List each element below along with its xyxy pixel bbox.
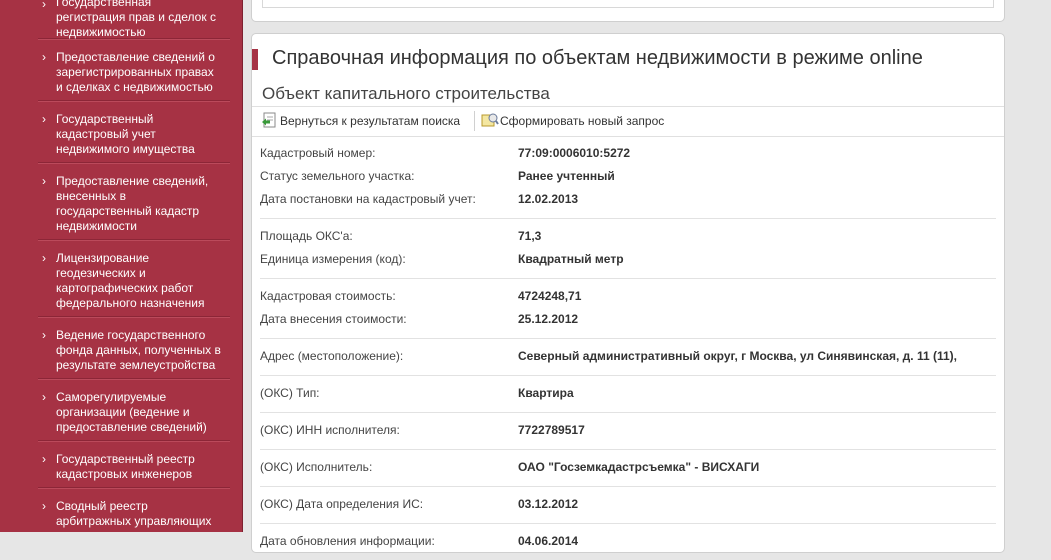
sidebar-item-label: Ведение государственного фонда данных, п…	[56, 328, 221, 372]
bullet-icon: ›	[42, 251, 46, 265]
sidebar-item-sro[interactable]: › Саморегулируемые организации (ведение …	[38, 379, 230, 441]
sidebar-item-label: Предоставление сведений, внесенных в гос…	[56, 174, 209, 233]
detail-row: (ОКС) Дата определения ИС: 03.12.2012	[260, 493, 996, 516]
top-panel-inner	[262, 0, 994, 8]
detail-row: Кадастровая стоимость: 4724248,71	[260, 285, 996, 308]
detail-row: (ОКС) ИНН исполнителя: 7722789517	[260, 419, 996, 442]
detail-value: Квадратный метр	[518, 252, 624, 266]
bullet-icon: ›	[42, 499, 46, 513]
sidebar-item-label: Лицензирование геодезических и картограф…	[56, 251, 205, 310]
detail-key: Кадастровый номер:	[260, 146, 376, 160]
detail-key: Дата постановки на кадастровый учет:	[260, 192, 476, 206]
detail-value: 71,3	[518, 229, 542, 243]
detail-key: Площадь ОКС'а:	[260, 229, 353, 243]
details-group-update-date: Дата обновления информации: 04.06.2014	[260, 524, 996, 560]
info-panel: Справочная информация по объектам недвиж…	[251, 33, 1005, 553]
property-details: Кадастровый номер: 77:09:0006010:5272 Ста…	[260, 136, 996, 560]
details-group-area: Площадь ОКС'а: 71,3 Единица измерения (ко…	[260, 219, 996, 279]
details-group-address: Адрес (местоположение): Северный админист…	[260, 339, 996, 376]
bullet-icon: ›	[42, 50, 46, 64]
detail-key: (ОКС) ИНН исполнителя:	[260, 423, 400, 437]
bullet-icon: ›	[42, 174, 46, 188]
new-request-button[interactable]: Сформировать новый запрос	[481, 112, 664, 131]
sidebar-item-licensing[interactable]: › Лицензирование геодезических и картогр…	[38, 240, 230, 317]
sidebar-item-arbitration-managers[interactable]: › Сводный реестр арбитражных управляющих	[38, 488, 230, 548]
sidebar-item-rights-registration[interactable]: › Государственная регистрация прав и сде…	[38, 0, 230, 39]
detail-key: Адрес (местоположение):	[260, 349, 404, 363]
details-group-main: Кадастровый номер: 77:09:0006010:5272 Ста…	[260, 136, 996, 219]
detail-value: 25.12.2012	[518, 312, 579, 326]
detail-key: (ОКС) Исполнитель:	[260, 460, 373, 474]
detail-key: Дата обновления информации:	[260, 534, 435, 548]
sidebar-item-label: Саморегулируемые организации (ведение и …	[56, 390, 207, 434]
detail-row: Площадь ОКС'а: 71,3	[260, 225, 996, 248]
bullet-icon: ›	[42, 112, 46, 126]
back-arrow-icon	[261, 112, 277, 128]
detail-value: Ранее учтенный	[518, 169, 615, 183]
toolbar: Вернуться к результатам поиска Сформиров…	[252, 106, 1004, 137]
details-group-inn: (ОКС) ИНН исполнителя: 7722789517	[260, 413, 996, 450]
object-type-title: Объект капитального строительства	[262, 84, 550, 103]
details-group-type: (ОКС) Тип: Квартира	[260, 376, 996, 413]
sidebar-item-cadastre-info[interactable]: › Предоставление сведений, внесенных в г…	[38, 163, 230, 240]
bullet-icon: ›	[42, 390, 46, 404]
details-group-executor: (ОКС) Исполнитель: ОАО "Госземкадастрсъем…	[260, 450, 996, 487]
detail-value: ОАО "Госземкадастрсъемка" - ВИСХАГИ	[518, 460, 760, 474]
sidebar-item-label: Государственный кадастровый учет недвижи…	[56, 112, 195, 156]
bullet-icon: ›	[42, 0, 46, 11]
detail-row: Статус земельного участка: Ранее учтенный	[260, 165, 996, 188]
detail-key: Кадастровая стоимость:	[260, 289, 396, 303]
detail-value: 12.02.2013	[518, 192, 579, 206]
details-group-cost: Кадастровая стоимость: 4724248,71 Дата вн…	[260, 279, 996, 339]
sidebar-item-cadastral-engineers[interactable]: › Государственный реестр кадастровых инж…	[38, 441, 230, 488]
detail-value: 03.12.2012	[518, 497, 579, 511]
top-panel	[251, 0, 1005, 22]
sidebar-item-land-data-fund[interactable]: › Ведение государственного фонда данных,…	[38, 317, 230, 379]
new-request-icon	[481, 112, 499, 128]
detail-row: Дата внесения стоимости: 25.12.2012	[260, 308, 996, 331]
detail-value: 04.06.2014	[518, 534, 579, 548]
detail-row: Кадастровый номер: 77:09:0006010:5272	[260, 142, 996, 165]
detail-key: Единица измерения (код):	[260, 252, 406, 266]
detail-value: Квартира	[518, 386, 574, 400]
sidebar-item-label: Государственный реестр кадастровых инжен…	[56, 452, 195, 481]
page-title: Справочная информация по объектам недвиж…	[272, 47, 923, 69]
detail-value: Северный административный округ, г Москв…	[518, 349, 957, 363]
detail-row: Дата постановки на кадастровый учет: 12.0…	[260, 188, 996, 211]
sidebar-item-label: Сводный реестр арбитражных управляющих	[56, 499, 212, 528]
bullet-icon: ›	[42, 328, 46, 342]
sidebar-item-rights-info[interactable]: › Предоставление сведений о зарегистриро…	[38, 39, 230, 101]
detail-row: Адрес (местоположение): Северный админист…	[260, 345, 996, 368]
title-accent	[252, 49, 258, 70]
detail-row: Единица измерения (код): Квадратный метр	[260, 248, 996, 271]
detail-value: 4724248,71	[518, 289, 582, 303]
left-sidebar: › Государственная регистрация прав и сде…	[0, 0, 243, 532]
back-to-results-label: Вернуться к результатам поиска	[280, 114, 461, 128]
detail-key: (ОКС) Тип:	[260, 386, 320, 400]
detail-key: Статус земельного участка:	[260, 169, 415, 183]
back-to-results-button[interactable]: Вернуться к результатам поиска	[261, 112, 460, 131]
detail-row: (ОКС) Тип: Квартира	[260, 382, 996, 405]
details-group-valuation-date: (ОКС) Дата определения ИС: 03.12.2012	[260, 487, 996, 524]
detail-row: (ОКС) Исполнитель: ОАО "Госземкадастрсъем…	[260, 456, 996, 479]
sidebar-item-cadastral-registration[interactable]: › Государственный кадастровый учет недви…	[38, 101, 230, 163]
detail-key: (ОКС) Дата определения ИС:	[260, 497, 424, 511]
sidebar-item-label: Предоставление сведений о зарегистрирова…	[56, 50, 215, 94]
detail-value: 77:09:0006010:5272	[518, 146, 631, 160]
toolbar-separator	[474, 111, 475, 131]
detail-key: Дата внесения стоимости:	[260, 312, 407, 326]
detail-value: 7722789517	[518, 423, 585, 437]
detail-row: Дата обновления информации: 04.06.2014	[260, 530, 996, 553]
sidebar-item-label: Государственная регистрация прав и сдело…	[56, 0, 216, 39]
new-request-label: Сформировать новый запрос	[500, 114, 665, 128]
bullet-icon: ›	[42, 452, 46, 466]
